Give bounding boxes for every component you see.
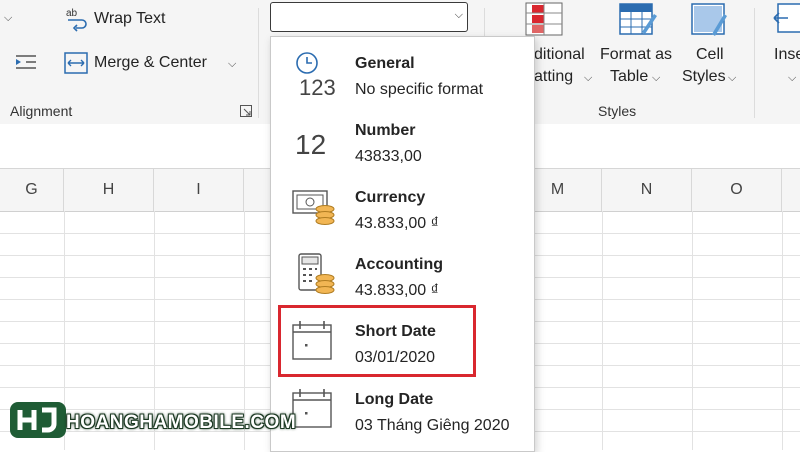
conditional-formatting-icon — [525, 2, 563, 36]
merge-center-label: Merge & Center — [94, 54, 207, 71]
number-format-box[interactable]: ⌵ — [270, 2, 468, 32]
format-as-table-label: Format as — [600, 46, 673, 63]
format-as-table-icon — [619, 3, 657, 35]
number-12-icon: 12 — [295, 129, 326, 160]
chevron-down-icon[interactable]: ⌵ — [728, 72, 736, 85]
group-divider — [258, 8, 259, 118]
insert-label: Inse — [774, 46, 800, 63]
group-divider — [754, 8, 755, 118]
format-name: General — [355, 55, 415, 72]
conditional-formatting-label-2: atting — [534, 68, 574, 85]
cell-styles-label-2: Styles — [682, 68, 726, 85]
format-as-table-label-2: Table — [610, 68, 649, 85]
column-header-i[interactable]: I — [154, 169, 244, 211]
svg-text:ab: ab — [66, 8, 78, 19]
wrap-text-label: Wrap Text — [94, 10, 166, 27]
chevron-down-icon[interactable]: ⌵ — [788, 72, 796, 85]
dialog-launcher-icon[interactable] — [240, 104, 252, 122]
column-header-h[interactable]: H — [64, 169, 154, 211]
increase-indent-icon[interactable] — [14, 52, 38, 77]
format-example: 43.833,00 ₫ — [355, 282, 439, 299]
chevron-down-icon[interactable]: ⌵ — [652, 72, 660, 85]
accounting-icon — [298, 253, 335, 294]
format-example: No specific format — [355, 81, 484, 98]
grid-line — [602, 211, 603, 450]
format-example: 43833,00 — [355, 148, 422, 165]
format-name: Long Date — [355, 391, 434, 408]
merge-center-icon — [64, 52, 88, 74]
format-name: Accounting — [355, 256, 443, 273]
cell-styles-icon — [691, 3, 727, 36]
cell-styles-label: Cell — [696, 46, 724, 63]
format-option-number[interactable]: 12 Number 43833,00 — [271, 108, 534, 174]
column-header-o[interactable]: O — [692, 169, 782, 211]
merge-center-chevron-icon[interactable]: ⌵ — [228, 58, 236, 71]
alignment-group-label: Alignment — [10, 103, 73, 119]
highlight-box — [278, 305, 476, 377]
format-option-long-date[interactable]: Long Date 03 Tháng Giêng 2020 — [271, 377, 534, 443]
currency-icon — [292, 190, 335, 225]
clock-123-icon: 123 — [296, 52, 336, 99]
watermark-text: HOANGHAMOBILE.COM — [66, 412, 297, 433]
format-option-general[interactable]: 123 General No specific format — [271, 41, 534, 107]
hoanghamobile-logo-icon — [10, 402, 66, 438]
format-option-currency[interactable]: Currency 43.833,00 ₫ — [271, 175, 534, 241]
format-example: 03 Tháng Giêng 2020 — [355, 417, 510, 434]
chevron-down-icon[interactable]: ⌵ — [4, 12, 12, 25]
format-name: Currency — [355, 189, 426, 206]
icon-text-123: 123 — [299, 75, 336, 99]
wrap-text-icon: ab — [66, 8, 87, 32]
cell-styles-button[interactable]: Cell Styles ⌵ — [680, 2, 744, 92]
format-name: Number — [355, 122, 416, 139]
styles-group-label: Styles — [598, 103, 637, 119]
format-option-accounting[interactable]: Accounting 43.833,00 ₫ — [271, 242, 534, 308]
column-header-n[interactable]: N — [602, 169, 692, 211]
chevron-down-icon[interactable]: ⌵ — [455, 9, 463, 22]
chevron-down-icon[interactable]: ⌵ — [584, 72, 592, 85]
number-format-dropdown: 123 General No specific format 12 Number… — [270, 36, 535, 452]
column-header-g[interactable]: G — [0, 169, 64, 211]
conditional-formatting-label: ditional — [534, 46, 585, 63]
format-as-table-button[interactable]: Format as Table ⌵ — [598, 2, 678, 92]
insert-icon — [773, 3, 800, 33]
format-example: 43.833,00 ₫ — [355, 215, 439, 232]
icon-text-12: 12 — [295, 129, 326, 160]
grid-line — [782, 211, 783, 450]
grid-line — [692, 211, 693, 450]
insert-button[interactable]: Inse ⌵ — [764, 2, 800, 92]
